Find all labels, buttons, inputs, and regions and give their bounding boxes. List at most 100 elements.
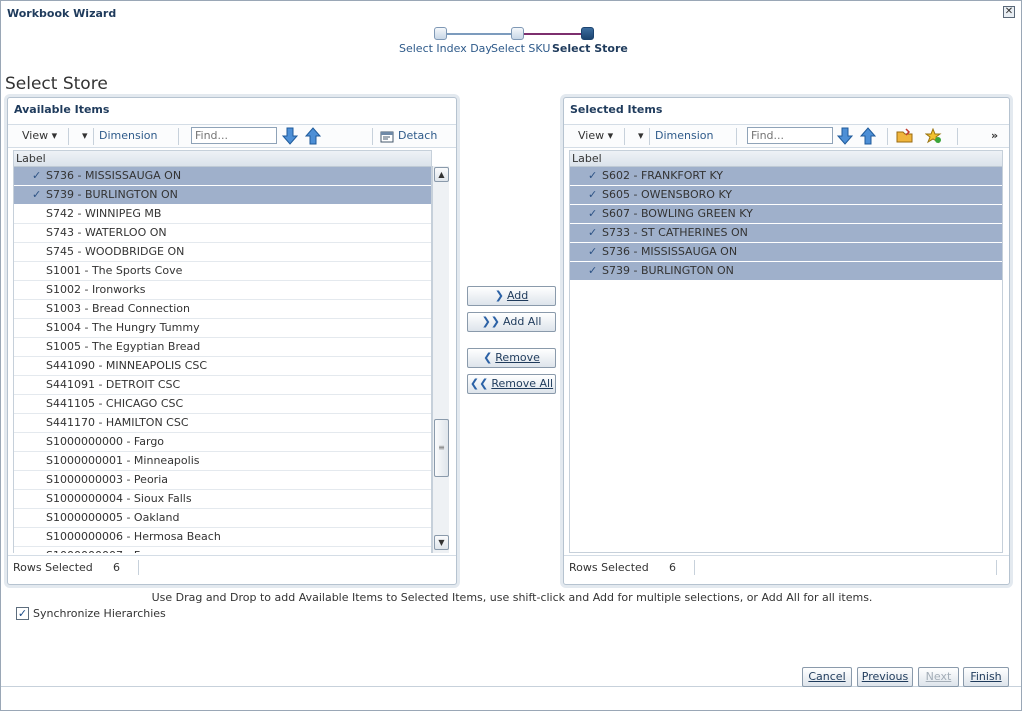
train-stop-index-day-icon[interactable]	[434, 27, 447, 40]
status-divider	[996, 560, 997, 575]
list-item[interactable]: S1005 - The Egyptian Bread	[14, 338, 431, 357]
cancel-button[interactable]: Cancel	[802, 667, 852, 687]
list-item[interactable]: ✓ S607 - BOWLING GREEN KY	[570, 205, 1002, 224]
available-vertical-scrollbar[interactable]: ▲ ≡ ▼	[432, 166, 449, 553]
checkmark-icon: ✓	[588, 169, 598, 182]
available-items-title: Available Items	[14, 103, 110, 116]
list-item[interactable]: S1000000006 - Hermosa Beach	[14, 528, 431, 547]
open-folder-icon[interactable]	[896, 128, 914, 144]
list-item[interactable]: S1000000005 - Oakland	[14, 509, 431, 528]
list-item[interactable]: S1002 - Ironworks	[14, 281, 431, 300]
toolbar-divider	[624, 128, 625, 145]
list-item[interactable]: S1000000000 - Fargo	[14, 433, 431, 452]
train-stop-sku-icon[interactable]	[511, 27, 524, 40]
toolbar-divider	[649, 128, 650, 145]
train-step-index-day[interactable]: Select Index Day	[399, 42, 492, 55]
train-step-sku[interactable]: Select SKU	[491, 42, 550, 55]
cancel-button-label: Cancel	[808, 670, 846, 683]
list-item-label: S745 - WOODBRIDGE ON	[46, 245, 185, 258]
status-divider	[694, 560, 695, 575]
dimension-dropdown-icon[interactable]: ▾	[82, 129, 88, 142]
view-menu[interactable]: View ▾	[578, 129, 613, 142]
list-item[interactable]: S441091 - DETROIT CSC	[14, 376, 431, 395]
list-item[interactable]: S1004 - The Hungry Tummy	[14, 319, 431, 338]
remove-all-button[interactable]: ❮❮ Remove All	[467, 374, 556, 394]
add-button[interactable]: ❯ Add	[467, 286, 556, 306]
list-item[interactable]: S743 - WATERLOO ON	[14, 224, 431, 243]
next-button-label: Next	[925, 670, 952, 683]
toolbar-divider	[736, 128, 737, 145]
train-connector	[440, 33, 512, 35]
scroll-thumb[interactable]: ≡	[434, 419, 449, 477]
list-item-label: S441170 - HAMILTON CSC	[46, 416, 189, 429]
list-item[interactable]: ✓ S602 - FRANKFORT KY	[570, 167, 1002, 186]
add-button-label: Add	[506, 289, 529, 302]
wizard-train: Select Index Day Select SKU Select Store	[396, 27, 636, 57]
available-status-bar: Rows Selected 6	[8, 555, 456, 579]
list-item[interactable]: ✓ S736 - MISSISSAUGA ON	[570, 243, 1002, 262]
list-item-label: S1002 - Ironworks	[46, 283, 146, 296]
find-next-arrow-down-icon[interactable]	[282, 127, 298, 145]
list-item-label: S441105 - CHICAGO CSC	[46, 397, 184, 410]
checkmark-icon: ✓	[32, 169, 42, 182]
list-item[interactable]: S1000000003 - Peoria	[14, 471, 431, 490]
list-item[interactable]: S1003 - Bread Connection	[14, 300, 431, 319]
list-item-label: S1000000001 - Minneapolis	[46, 454, 200, 467]
list-item-label: S1000000004 - Sioux Falls	[46, 492, 192, 505]
list-item[interactable]: S441170 - HAMILTON CSC	[14, 414, 431, 433]
list-item[interactable]: ✓ S736 - MISSISSAUGA ON	[14, 167, 431, 186]
toolbar-divider	[887, 128, 888, 145]
list-item-label: S739 - BURLINGTON ON	[602, 264, 734, 277]
list-item-label: S1000000000 - Fargo	[46, 435, 165, 448]
detach-link[interactable]: Detach	[398, 129, 437, 142]
selected-items-title: Selected Items	[570, 103, 663, 116]
rows-selected-label: Rows Selected	[13, 561, 93, 574]
finish-button[interactable]: Finish	[963, 667, 1009, 687]
rows-selected-count: 6	[113, 561, 120, 574]
list-item[interactable]: S1000000007 - Fresno	[14, 547, 431, 553]
add-all-button[interactable]: ❯❯ Add All	[467, 312, 556, 332]
dimension-link[interactable]: Dimension	[655, 129, 713, 142]
list-item[interactable]: S1000000001 - Minneapolis	[14, 452, 431, 471]
toolbar-divider	[178, 128, 179, 145]
finish-button-label: Finish	[970, 670, 1002, 683]
double-chevron-left-icon: ❮❮	[469, 377, 489, 390]
dimension-dropdown-icon[interactable]: ▾	[638, 129, 644, 142]
list-item-label: S739 - BURLINGTON ON	[46, 188, 178, 201]
scroll-down-icon[interactable]: ▼	[434, 535, 449, 550]
list-item-label: S742 - WINNIPEG MB	[46, 207, 162, 220]
more-overflow-icon[interactable]: »	[991, 129, 998, 142]
view-menu[interactable]: View ▾	[22, 129, 57, 142]
favorite-star-icon[interactable]	[925, 128, 943, 144]
available-toolbar: View ▾ ▾ Dimension Detach	[8, 124, 456, 148]
list-item[interactable]: ✓ S733 - ST CATHERINES ON	[570, 224, 1002, 243]
detach-icon[interactable]	[380, 129, 395, 144]
previous-button[interactable]: Previous	[857, 667, 913, 687]
list-item[interactable]: S441090 - MINNEAPOLIS CSC	[14, 357, 431, 376]
column-header-label[interactable]: Label	[570, 151, 1002, 167]
list-item[interactable]: S1001 - The Sports Cove	[14, 262, 431, 281]
list-item[interactable]: ✓ S739 - BURLINGTON ON	[570, 262, 1002, 281]
selected-items-table: Label ✓ S602 - FRANKFORT KY ✓ S605 - OWENSB…	[569, 150, 1003, 553]
dimension-link[interactable]: Dimension	[99, 129, 157, 142]
remove-button[interactable]: ❮ Remove	[467, 348, 556, 368]
find-prev-arrow-up-icon[interactable]	[860, 127, 876, 145]
list-item[interactable]: S1000000004 - Sioux Falls	[14, 490, 431, 509]
status-divider	[138, 560, 139, 575]
scroll-up-icon[interactable]: ▲	[434, 167, 449, 182]
find-prev-arrow-up-icon[interactable]	[305, 127, 321, 145]
workbook-wizard-window: Workbook Wizard ✕ Select Index Day Selec…	[0, 0, 1022, 711]
find-input[interactable]	[747, 127, 833, 144]
find-next-arrow-down-icon[interactable]	[837, 127, 853, 145]
column-header-label[interactable]: Label	[14, 151, 431, 167]
list-item[interactable]: S742 - WINNIPEG MB	[14, 205, 431, 224]
close-icon[interactable]: ✕	[1003, 6, 1015, 18]
synchronize-hierarchies-checkbox[interactable]: ✓	[16, 607, 29, 620]
list-item-label: S1000000007 - Fresno	[46, 549, 170, 553]
list-item[interactable]: ✓ S739 - BURLINGTON ON	[14, 186, 431, 205]
list-item[interactable]: S745 - WOODBRIDGE ON	[14, 243, 431, 262]
next-button: Next	[918, 667, 959, 687]
list-item[interactable]: ✓ S605 - OWENSBORO KY	[570, 186, 1002, 205]
list-item[interactable]: S441105 - CHICAGO CSC	[14, 395, 431, 414]
find-input[interactable]	[191, 127, 277, 144]
